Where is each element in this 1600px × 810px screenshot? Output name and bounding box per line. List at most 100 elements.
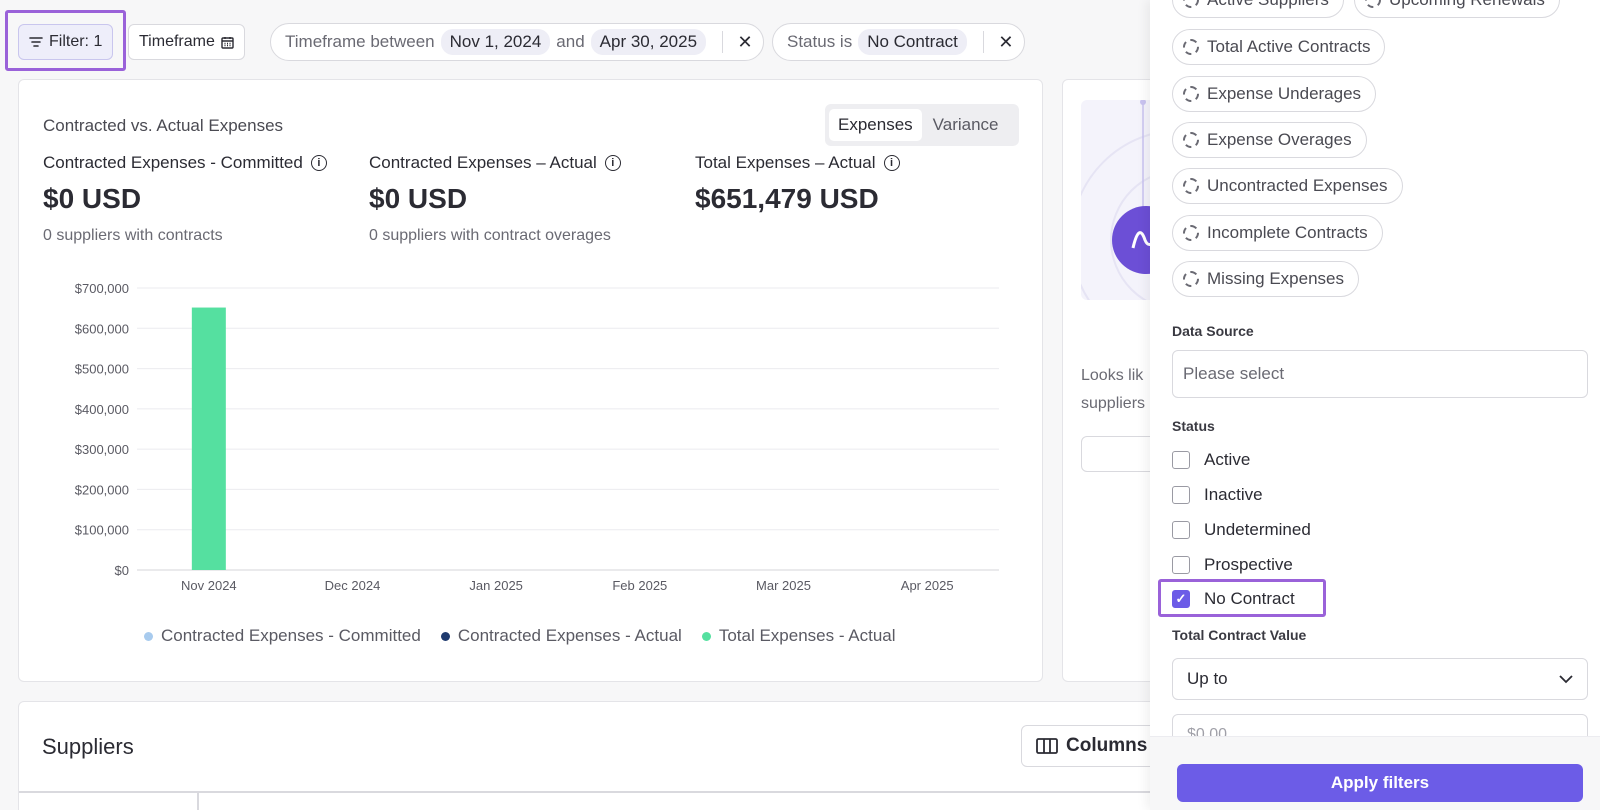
status-option-undetermined[interactable]: Undetermined (1172, 520, 1311, 540)
dashed-circle-icon (1183, 271, 1199, 287)
tab-expenses[interactable]: Expenses (829, 109, 922, 141)
legend-item[interactable]: Contracted Expenses - Committed (144, 626, 421, 646)
apply-filters-button[interactable]: Apply filters (1177, 764, 1583, 802)
metric-label: Contracted Expenses – Actual (369, 153, 597, 172)
dashed-circle-icon (1183, 0, 1199, 8)
suppliers-card: Suppliers Columns (18, 701, 1219, 810)
filter-button[interactable]: Filter: 1 (18, 24, 114, 60)
y-tick-label: $400,000 (75, 402, 129, 417)
timeframe-start-value[interactable]: Nov 1, 2024 (440, 29, 551, 55)
contract-value-mode-select[interactable]: Up to (1172, 658, 1588, 700)
y-tick-label: $200,000 (75, 482, 129, 497)
metric-label: Contracted Expenses - Committed (43, 153, 303, 172)
segment-label: Uncontracted Expenses (1207, 176, 1388, 195)
segment-uncontracted-expenses[interactable]: Uncontracted Expenses (1172, 168, 1403, 204)
segment-label: Active Suppliers (1207, 0, 1329, 10)
column-divider[interactable] (197, 793, 199, 810)
legend-dot (440, 631, 450, 641)
metric-total-actual: Total Expenses – Actual i $651,479 USD (695, 153, 900, 215)
checkbox[interactable] (1172, 451, 1190, 469)
suppliers-title: Suppliers (42, 734, 134, 759)
columns-button[interactable]: Columns (1021, 725, 1163, 767)
dashed-circle-icon (1183, 132, 1199, 148)
data-source-label: Data Source (1172, 323, 1254, 339)
timeframe-filter-pill: Timeframe between Nov 1, 2024 and Apr 30… (270, 23, 765, 61)
segment-total-active-contracts[interactable]: Total Active Contracts (1172, 29, 1386, 65)
checkbox[interactable] (1172, 486, 1190, 504)
legend-label: Contracted Expenses - Actual (457, 626, 682, 645)
timeframe-button[interactable]: Timeframe (128, 24, 245, 60)
x-tick-label: Mar 2025 (756, 578, 811, 593)
close-icon[interactable]: ✕ (996, 32, 1016, 53)
segment-active-suppliers[interactable]: Active Suppliers (1172, 0, 1344, 18)
segment-expense-overages[interactable]: Expense Overages (1172, 122, 1367, 158)
legend-label: Contracted Expenses - Committed (161, 626, 421, 645)
segment-label: Missing Expenses (1207, 269, 1345, 288)
dashed-circle-icon (1183, 178, 1199, 194)
filter-bar: Filter: 1 Timeframe Timeframe between No… (0, 0, 1150, 82)
status-option-inactive[interactable]: Inactive (1172, 485, 1263, 505)
timeframe-pill-prefix: Timeframe between (285, 32, 435, 51)
segment-upcoming-renewals[interactable]: Upcoming Renewals (1354, 0, 1560, 18)
metric-amount: $651,479 USD (695, 183, 879, 214)
legend-item[interactable]: Total Expenses - Actual (701, 626, 896, 646)
metric-subtext: 0 suppliers with contracts (43, 227, 223, 244)
expenses-bar-chart: $0 $100,000 $200,000 $300,000 $400,000 $500,0… (75, 281, 999, 593)
status-option-active[interactable]: Active (1172, 450, 1250, 470)
timeframe-pill-joiner: and (556, 32, 585, 51)
filter-panel: Active Suppliers Upcoming Renewals Total… (1150, 0, 1600, 810)
info-icon[interactable]: i (604, 155, 621, 171)
side-text-line: Looks lik (1081, 367, 1144, 384)
segment-label: Expense Underages (1207, 84, 1362, 103)
close-icon[interactable]: ✕ (735, 32, 755, 53)
y-tick-label: $600,000 (75, 321, 129, 336)
x-tick-label: Feb 2025 (612, 578, 667, 593)
status-option-label: Undetermined (1204, 520, 1311, 539)
metric-amount: $0 USD (43, 183, 142, 214)
tab-variance[interactable]: Variance (924, 109, 1008, 141)
side-empty-text: Looks lik suppliers (1081, 362, 1145, 418)
x-tick-label: Dec 2024 (325, 578, 381, 593)
suppliers-table-header (19, 791, 1219, 810)
status-option-prospective[interactable]: Prospective (1172, 555, 1293, 575)
data-source-select[interactable]: Please select (1172, 350, 1588, 398)
x-tick-label: Jan 2025 (469, 578, 523, 593)
segment-expense-underages[interactable]: Expense Underages (1172, 76, 1377, 112)
segment-label: Total Active Contracts (1207, 37, 1371, 56)
columns-icon (1036, 738, 1058, 754)
checkbox-checked[interactable]: ✓ (1172, 590, 1190, 608)
status-option-label: No Contract (1204, 589, 1295, 608)
info-icon[interactable]: i (310, 155, 327, 171)
segment-label: Expense Overages (1207, 130, 1352, 149)
y-tick-label: $100,000 (75, 523, 129, 538)
x-tick-label: Nov 2024 (181, 578, 237, 593)
status-option-label: Inactive (1204, 485, 1263, 504)
legend-dot (701, 631, 711, 641)
legend-item[interactable]: Contracted Expenses - Actual (440, 626, 682, 646)
status-label: Status (1172, 418, 1215, 434)
chart-bar[interactable] (191, 307, 226, 570)
legend-label: Total Expenses - Actual (718, 626, 896, 645)
data-source-placeholder: Please select (1183, 364, 1285, 383)
y-tick-label: $300,000 (75, 442, 129, 457)
metric-contracted-actual: Contracted Expenses – Actual i $0 USD 0 s… (369, 153, 621, 245)
x-tick-label: Apr 2025 (901, 578, 954, 593)
timeframe-end-value[interactable]: Apr 30, 2025 (590, 29, 707, 55)
checkbox[interactable] (1172, 521, 1190, 539)
filter-icon (29, 37, 43, 47)
metric-amount: $0 USD (369, 183, 468, 214)
segment-incomplete-contracts[interactable]: Incomplete Contracts (1172, 215, 1383, 251)
status-option-no-contract[interactable]: ✓ No Contract (1172, 589, 1295, 609)
y-tick-label: $500,000 (75, 362, 129, 377)
status-option-label: Active (1204, 450, 1251, 469)
metric-committed: Contracted Expenses - Committed i $0 USD … (43, 153, 327, 245)
dashed-circle-icon (1365, 0, 1381, 8)
card-title: Contracted vs. Actual Expenses (43, 116, 284, 135)
pill-divider (722, 31, 724, 53)
status-pill-value[interactable]: No Contract (858, 29, 967, 55)
info-icon[interactable]: i (883, 155, 900, 171)
status-pill-prefix: Status is (787, 32, 853, 51)
checkbox[interactable] (1172, 556, 1190, 574)
segment-missing-expenses[interactable]: Missing Expenses (1172, 261, 1360, 297)
columns-button-label: Columns (1066, 735, 1148, 756)
